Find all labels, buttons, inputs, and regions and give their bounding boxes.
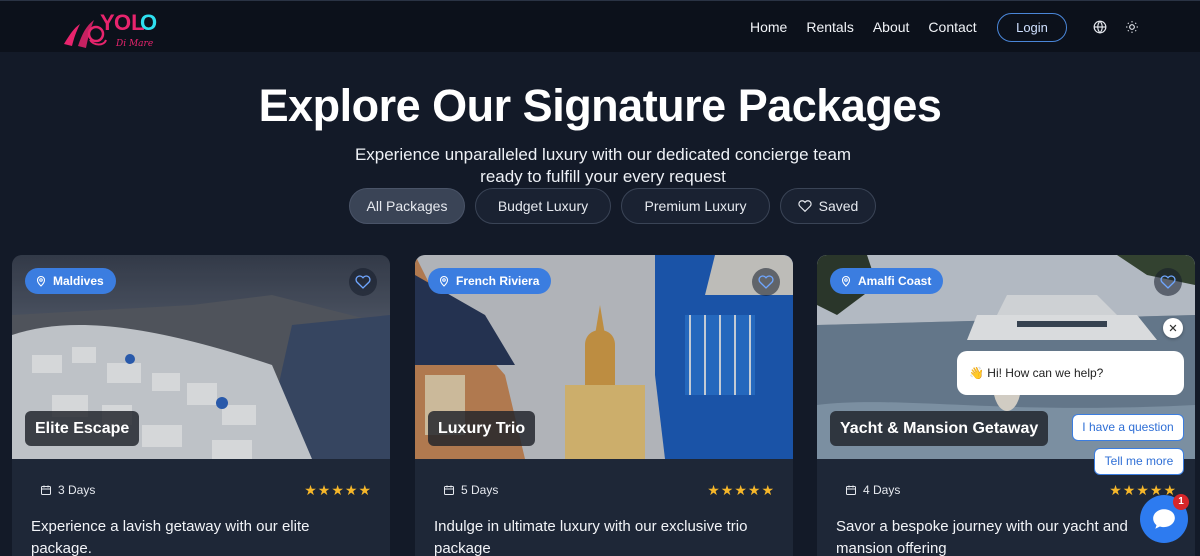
map-pin-icon <box>841 275 851 287</box>
nav-rentals-link[interactable]: Rentals <box>806 19 853 35</box>
close-icon <box>1169 324 1177 332</box>
save-heart-button[interactable] <box>752 268 780 296</box>
map-pin-icon <box>439 275 449 287</box>
package-filters: All Packages Budget Luxury Premium Luxur… <box>349 188 886 224</box>
location-badge: Maldives <box>25 268 116 294</box>
filter-label: All Packages <box>366 198 448 214</box>
chat-reply-more-button[interactable]: Tell me more <box>1094 448 1184 475</box>
filter-budget-luxury[interactable]: Budget Luxury <box>475 188 611 224</box>
map-pin-icon <box>36 275 46 287</box>
calendar-icon <box>41 485 51 495</box>
heart-icon <box>355 275 371 289</box>
heart-icon <box>758 275 774 289</box>
subtitle-line-2: ready to fulfill your every request <box>480 167 726 186</box>
filter-label: Premium Luxury <box>644 198 747 214</box>
chat-close-button[interactable] <box>1163 318 1183 338</box>
nav-contact-link[interactable]: Contact <box>928 19 976 35</box>
location-badge: French Riviera <box>428 268 552 294</box>
star-icon: ★ <box>747 482 761 498</box>
location-name: Amalfi Coast <box>858 274 932 288</box>
filter-premium-luxury[interactable]: Premium Luxury <box>621 188 770 224</box>
heart-icon <box>798 200 812 213</box>
star-icon: ★ <box>707 482 720 498</box>
duration: 5 Days <box>443 483 498 497</box>
star-icon: ★ <box>1109 482 1122 498</box>
rating-stars: ★ ★ ★ ★ ★ <box>303 483 371 497</box>
navbar: Y OL O Di Mare Home Rentals About Contac… <box>0 0 1200 52</box>
svg-text:O: O <box>140 10 157 35</box>
save-heart-button[interactable] <box>1154 268 1182 296</box>
svg-text:Di Mare: Di Mare <box>115 39 153 49</box>
duration: 3 Days <box>40 483 95 497</box>
duration: 4 Days <box>845 483 900 497</box>
package-description: Indulge in ultimate luxury with our excl… <box>434 518 748 556</box>
star-icon: ★ <box>358 482 371 498</box>
filter-all-packages[interactable]: All Packages <box>349 188 465 224</box>
star-icon: ★ <box>720 482 734 498</box>
chat-greeting-bubble: 👋 Hi! How can we help? <box>957 351 1184 395</box>
duration-text: 4 Days <box>863 483 901 497</box>
heart-icon <box>1160 275 1176 289</box>
chat-icon <box>1153 509 1175 529</box>
subtitle-line-1: Experience unparalleled luxury with our … <box>354 145 852 164</box>
save-heart-button[interactable] <box>349 268 377 296</box>
globe-icon[interactable] <box>1093 20 1107 39</box>
star-icon: ★ <box>761 482 774 498</box>
star-icon: ★ <box>734 482 747 498</box>
package-card[interactable]: French Riviera Luxury Trio 5 Days ★ ★ ★ ★ ★ … <box>415 255 793 556</box>
package-card[interactable]: Amalfi Coast Yacht & Mansion Getaway 4 D… <box>817 255 1195 556</box>
chat-greeting: 👋 Hi! How can we help? <box>969 366 1104 380</box>
brand-logo[interactable]: Y OL O Di Mare <box>60 4 160 50</box>
sun-icon[interactable] <box>1125 20 1139 39</box>
nav-about-link[interactable]: About <box>873 19 910 35</box>
star-icon: ★ <box>1122 482 1136 498</box>
package-title: Luxury Trio <box>428 411 536 446</box>
location-name: French Riviera <box>456 274 540 288</box>
package-description: Savor a bespoke journey with our yacht a… <box>836 518 1128 556</box>
login-button[interactable]: Login <box>997 13 1067 42</box>
page-subtitle: Experience unparalleled luxury with our … <box>330 144 876 188</box>
location-name: Maldives <box>53 274 104 288</box>
duration-text: 5 Days <box>461 483 499 497</box>
filter-label: Saved <box>818 198 859 214</box>
duration-text: 3 Days <box>58 483 96 497</box>
star-icon: ★ <box>317 482 331 498</box>
star-icon: ★ <box>344 482 358 498</box>
page-title: Explore Our Signature Packages <box>258 80 942 131</box>
filter-saved[interactable]: Saved <box>780 188 876 224</box>
package-card[interactable]: Maldives Elite Escape 3 Days ★ ★ ★ ★ ★ Exper… <box>12 255 390 556</box>
chat-reply-question-button[interactable]: I have a question <box>1072 414 1184 441</box>
star-icon: ★ <box>331 482 344 498</box>
calendar-icon <box>444 485 454 495</box>
star-icon: ★ <box>304 482 317 498</box>
package-description: Experience a lavish getaway with our eli… <box>31 518 310 556</box>
unread-badge: 1 <box>1173 494 1189 510</box>
package-title: Yacht & Mansion Getaway <box>830 411 1049 446</box>
nav-home-link[interactable]: Home <box>750 19 787 35</box>
svg-text:Y: Y <box>100 10 115 35</box>
rating-stars: ★ ★ ★ ★ ★ <box>706 483 774 497</box>
nav-links: Home Rentals About Contact <box>750 1 996 53</box>
package-title: Elite Escape <box>25 411 140 446</box>
filter-label: Budget Luxury <box>497 198 589 214</box>
star-icon: ★ <box>1136 482 1149 498</box>
calendar-icon <box>846 485 856 495</box>
location-badge: Amalfi Coast <box>830 268 944 294</box>
